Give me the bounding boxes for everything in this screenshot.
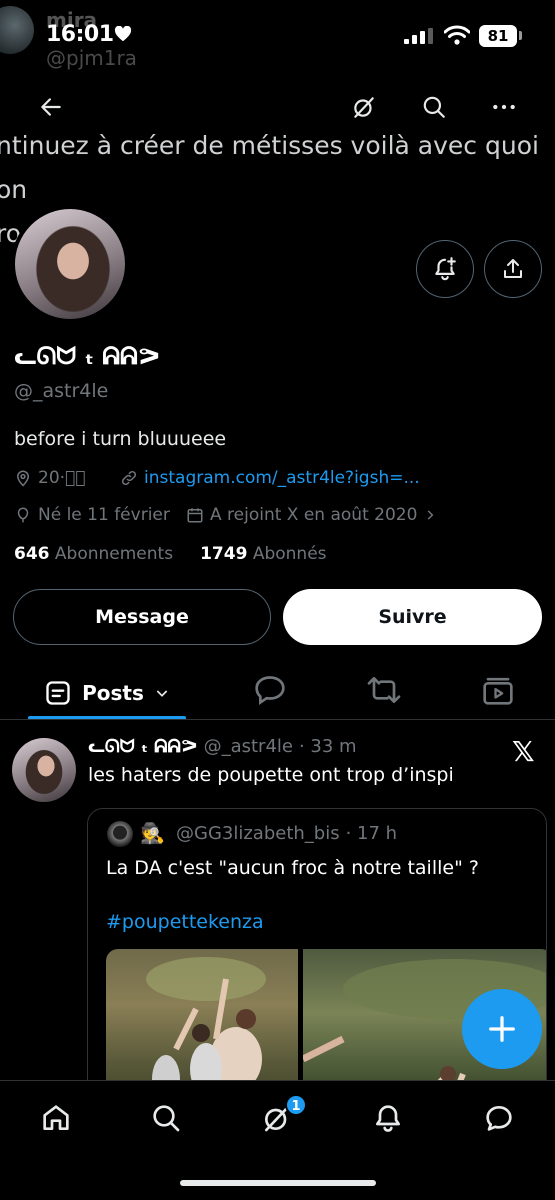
notification-icon xyxy=(376,1105,400,1132)
back-button[interactable] xyxy=(29,85,73,129)
post-time: · 33 m xyxy=(298,736,357,757)
message-button[interactable]: Message xyxy=(13,589,271,645)
home-icon xyxy=(43,1105,69,1130)
posts-icon xyxy=(46,681,70,705)
media-icon xyxy=(483,677,513,705)
grok-icon xyxy=(354,97,374,118)
birth-text: Né le 11 février xyxy=(38,505,170,525)
profile-bio: before i turn bluuueee xyxy=(14,428,227,450)
quote-avatar xyxy=(107,821,133,847)
compose-button[interactable] xyxy=(462,989,542,1069)
balloon-icon xyxy=(17,507,29,523)
tab-reposts[interactable] xyxy=(364,670,404,710)
location-row: 20·ৢ͙ xyxy=(14,468,85,488)
profile-handle: @_astr4le xyxy=(14,380,109,402)
home-indicator xyxy=(180,1180,376,1186)
status-time: 16:01 xyxy=(46,22,114,47)
post-text: les haters de poupette ont trop d’inspi xyxy=(88,764,454,786)
search-icon xyxy=(153,1105,180,1132)
quote-image-1[interactable] xyxy=(106,949,298,1097)
following-label: Abonnements xyxy=(54,544,174,564)
tab-media[interactable] xyxy=(478,670,518,710)
wifi-icon xyxy=(444,25,470,45)
quote-header: @GG3lizabeth_bis · 17 h xyxy=(176,823,397,844)
chevron-right-icon xyxy=(428,510,434,520)
post-author-handle[interactable]: @_astr4le xyxy=(204,736,293,757)
reply-icon xyxy=(255,676,285,706)
tab-divider xyxy=(0,719,555,720)
follow-stats: 646 Abonnements 1749 Abonnés xyxy=(14,544,327,564)
nav-home[interactable] xyxy=(34,1096,78,1140)
nav-messages[interactable] xyxy=(477,1096,521,1140)
following-stat[interactable]: 646 Abonnements xyxy=(14,544,173,564)
quote-text: La DA c'est "aucun froc à notre taille" … xyxy=(106,857,479,879)
following-count: 646 xyxy=(14,544,50,564)
notify-button[interactable] xyxy=(416,240,474,298)
location-icon xyxy=(16,470,30,487)
chevron-down-icon xyxy=(156,690,168,697)
followers-stat[interactable]: 1749 Abonnés xyxy=(200,544,326,564)
quote-hashtag[interactable]: #poupettekenza xyxy=(106,911,264,933)
x-logo-icon: 𝕏 xyxy=(512,735,535,768)
birth-row: Né le 11 février xyxy=(14,505,170,525)
post-author-name[interactable]: ᓚᘏᗢ ₜ ᕱᕱᕗ xyxy=(88,736,198,757)
tab-posts-label: Posts xyxy=(82,681,144,705)
battery-indicator: 81 xyxy=(479,25,517,47)
post-avatar[interactable] xyxy=(12,738,76,802)
messages-icon xyxy=(486,1106,512,1131)
follow-button[interactable]: Suivre xyxy=(283,589,542,645)
followers-count: 1749 xyxy=(200,544,248,564)
tab-replies[interactable] xyxy=(250,670,290,710)
joined-row[interactable]: A rejoint X en août 2020 xyxy=(186,505,437,525)
profile-avatar[interactable] xyxy=(11,205,129,323)
nav-search[interactable] xyxy=(144,1096,188,1140)
repost-icon xyxy=(367,677,401,703)
heart-icon xyxy=(114,26,132,42)
joined-text: A rejoint X en août 2020 xyxy=(210,505,418,525)
display-name: ᓚᘏᗢ ₜ ᕱᕱᕗ xyxy=(14,342,161,370)
signal-icon xyxy=(404,28,434,44)
bell-plus-icon xyxy=(435,257,456,281)
search-icon xyxy=(423,96,445,118)
search-button[interactable] xyxy=(412,85,456,129)
quote-time: · 17 h xyxy=(345,823,398,844)
battery-tip xyxy=(519,31,522,40)
back-arrow-icon xyxy=(41,98,61,116)
more-button[interactable] xyxy=(482,85,526,129)
link-icon xyxy=(121,470,137,486)
quote-author-handle: @GG3lizabeth_bis xyxy=(176,823,340,844)
grok-button[interactable] xyxy=(342,85,386,129)
location-text: 20·ৢ͙ xyxy=(38,468,86,488)
plus-icon xyxy=(489,1016,515,1042)
nav-notifications[interactable] xyxy=(366,1096,410,1140)
profile-link[interactable]: instagram.com/_astr4le?igsh=... xyxy=(144,468,420,488)
link-row[interactable]: instagram.com/_astr4le?igsh=... xyxy=(120,468,420,488)
more-icon xyxy=(493,104,515,110)
post-header: ᓚᘏᗢ ₜ ᕱᕱᕗ @_astr4le · 33 m xyxy=(88,736,357,757)
calendar-icon xyxy=(187,508,203,523)
followers-label: Abonnés xyxy=(252,544,327,564)
tab-posts[interactable]: Posts xyxy=(28,668,186,718)
quote-author-emoji: 🕵 xyxy=(140,821,165,845)
grok-badge: 1 xyxy=(285,1094,307,1116)
ghost-header-handle: @pjm1ra xyxy=(46,46,137,70)
share-icon xyxy=(504,259,522,278)
ghost-header-avatar xyxy=(0,6,34,54)
share-button[interactable] xyxy=(484,240,542,298)
